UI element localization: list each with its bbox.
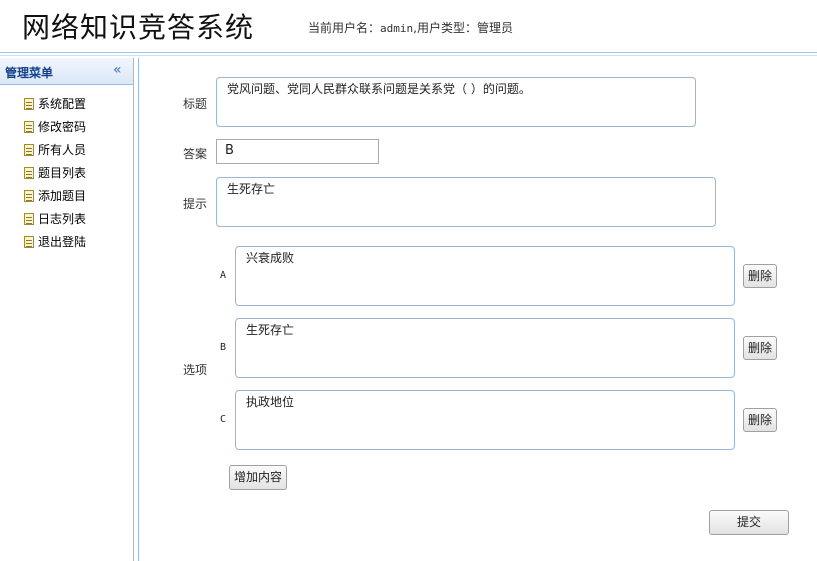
submit-button[interactable]: 提交: [709, 510, 789, 535]
option-letter: B: [220, 342, 227, 353]
document-icon: [24, 236, 34, 248]
option-letter: C: [220, 414, 227, 425]
sidebar-item-log-list[interactable]: 日志列表: [0, 208, 133, 231]
answer-label: 答案: [183, 147, 208, 161]
header: 网络知识竞答系统 当前用户名：admin,用户类型：管理员: [0, 0, 817, 52]
sidebar-header: 管理菜单 «: [0, 58, 133, 85]
sidebar-item-label: 日志列表: [38, 212, 87, 226]
option-c-textarea[interactable]: 执政地位: [235, 390, 735, 450]
sidebar: 管理菜单 « 系统配置 修改密码 所有人员 题目列表 添加题目 日志列表 退出登…: [0, 58, 134, 561]
sidebar-menu: 系统配置 修改密码 所有人员 题目列表 添加题目 日志列表 退出登陆: [0, 93, 133, 254]
sidebar-item-change-password[interactable]: 修改密码: [0, 116, 133, 139]
option-b-textarea[interactable]: 生死存亡: [235, 318, 735, 378]
sidebar-item-add-question[interactable]: 添加题目: [0, 185, 133, 208]
sidebar-item-label: 系统配置: [38, 97, 87, 111]
sidebar-item-label: 所有人员: [38, 143, 87, 157]
hint-textarea[interactable]: 生死存亡: [216, 177, 716, 227]
sidebar-title: 管理菜单: [5, 66, 54, 80]
hint-label: 提示: [183, 197, 208, 211]
header-divider-secondary: [0, 55, 817, 56]
delete-option-a-button[interactable]: 删除: [743, 264, 777, 288]
sidebar-item-label: 添加题目: [38, 189, 87, 203]
user-info: 当前用户名：admin,用户类型：管理员: [308, 19, 513, 36]
add-content-button[interactable]: 增加内容: [229, 465, 287, 490]
sidebar-item-logout[interactable]: 退出登陆: [0, 231, 133, 254]
option-a-textarea[interactable]: 兴衰成败: [235, 246, 735, 306]
title-textarea[interactable]: 党风问题、党同人民群众联系问题是关系党（ ）的问题。: [216, 77, 696, 127]
sidebar-item-question-list[interactable]: 题目列表: [0, 162, 133, 185]
username: admin: [380, 22, 414, 35]
sidebar-item-label: 退出登陆: [38, 235, 87, 249]
collapse-icon[interactable]: «: [113, 62, 122, 78]
options-label: 选项: [183, 363, 208, 377]
delete-option-c-button[interactable]: 删除: [743, 408, 777, 432]
answer-input[interactable]: B: [216, 139, 379, 164]
document-icon: [24, 190, 34, 202]
user-type: 管理员: [476, 21, 513, 35]
user-label: 当前用户名：: [308, 21, 381, 35]
document-icon: [24, 144, 34, 156]
sidebar-item-label: 题目列表: [38, 166, 87, 180]
user-type-label: ,用户类型：: [413, 21, 477, 35]
document-icon: [24, 98, 34, 110]
option-letter: A: [220, 270, 227, 281]
document-icon: [24, 213, 34, 225]
sidebar-item-all-users[interactable]: 所有人员: [0, 139, 133, 162]
document-icon: [24, 121, 34, 133]
sidebar-item-label: 修改密码: [38, 120, 87, 134]
title-label: 标题: [183, 97, 208, 111]
header-divider: [0, 52, 817, 53]
sidebar-item-system-config[interactable]: 系统配置: [0, 93, 133, 116]
delete-option-b-button[interactable]: 删除: [743, 336, 777, 360]
document-icon: [24, 167, 34, 179]
main-panel-border: [138, 58, 139, 561]
app-title: 网络知识竞答系统: [22, 11, 255, 44]
